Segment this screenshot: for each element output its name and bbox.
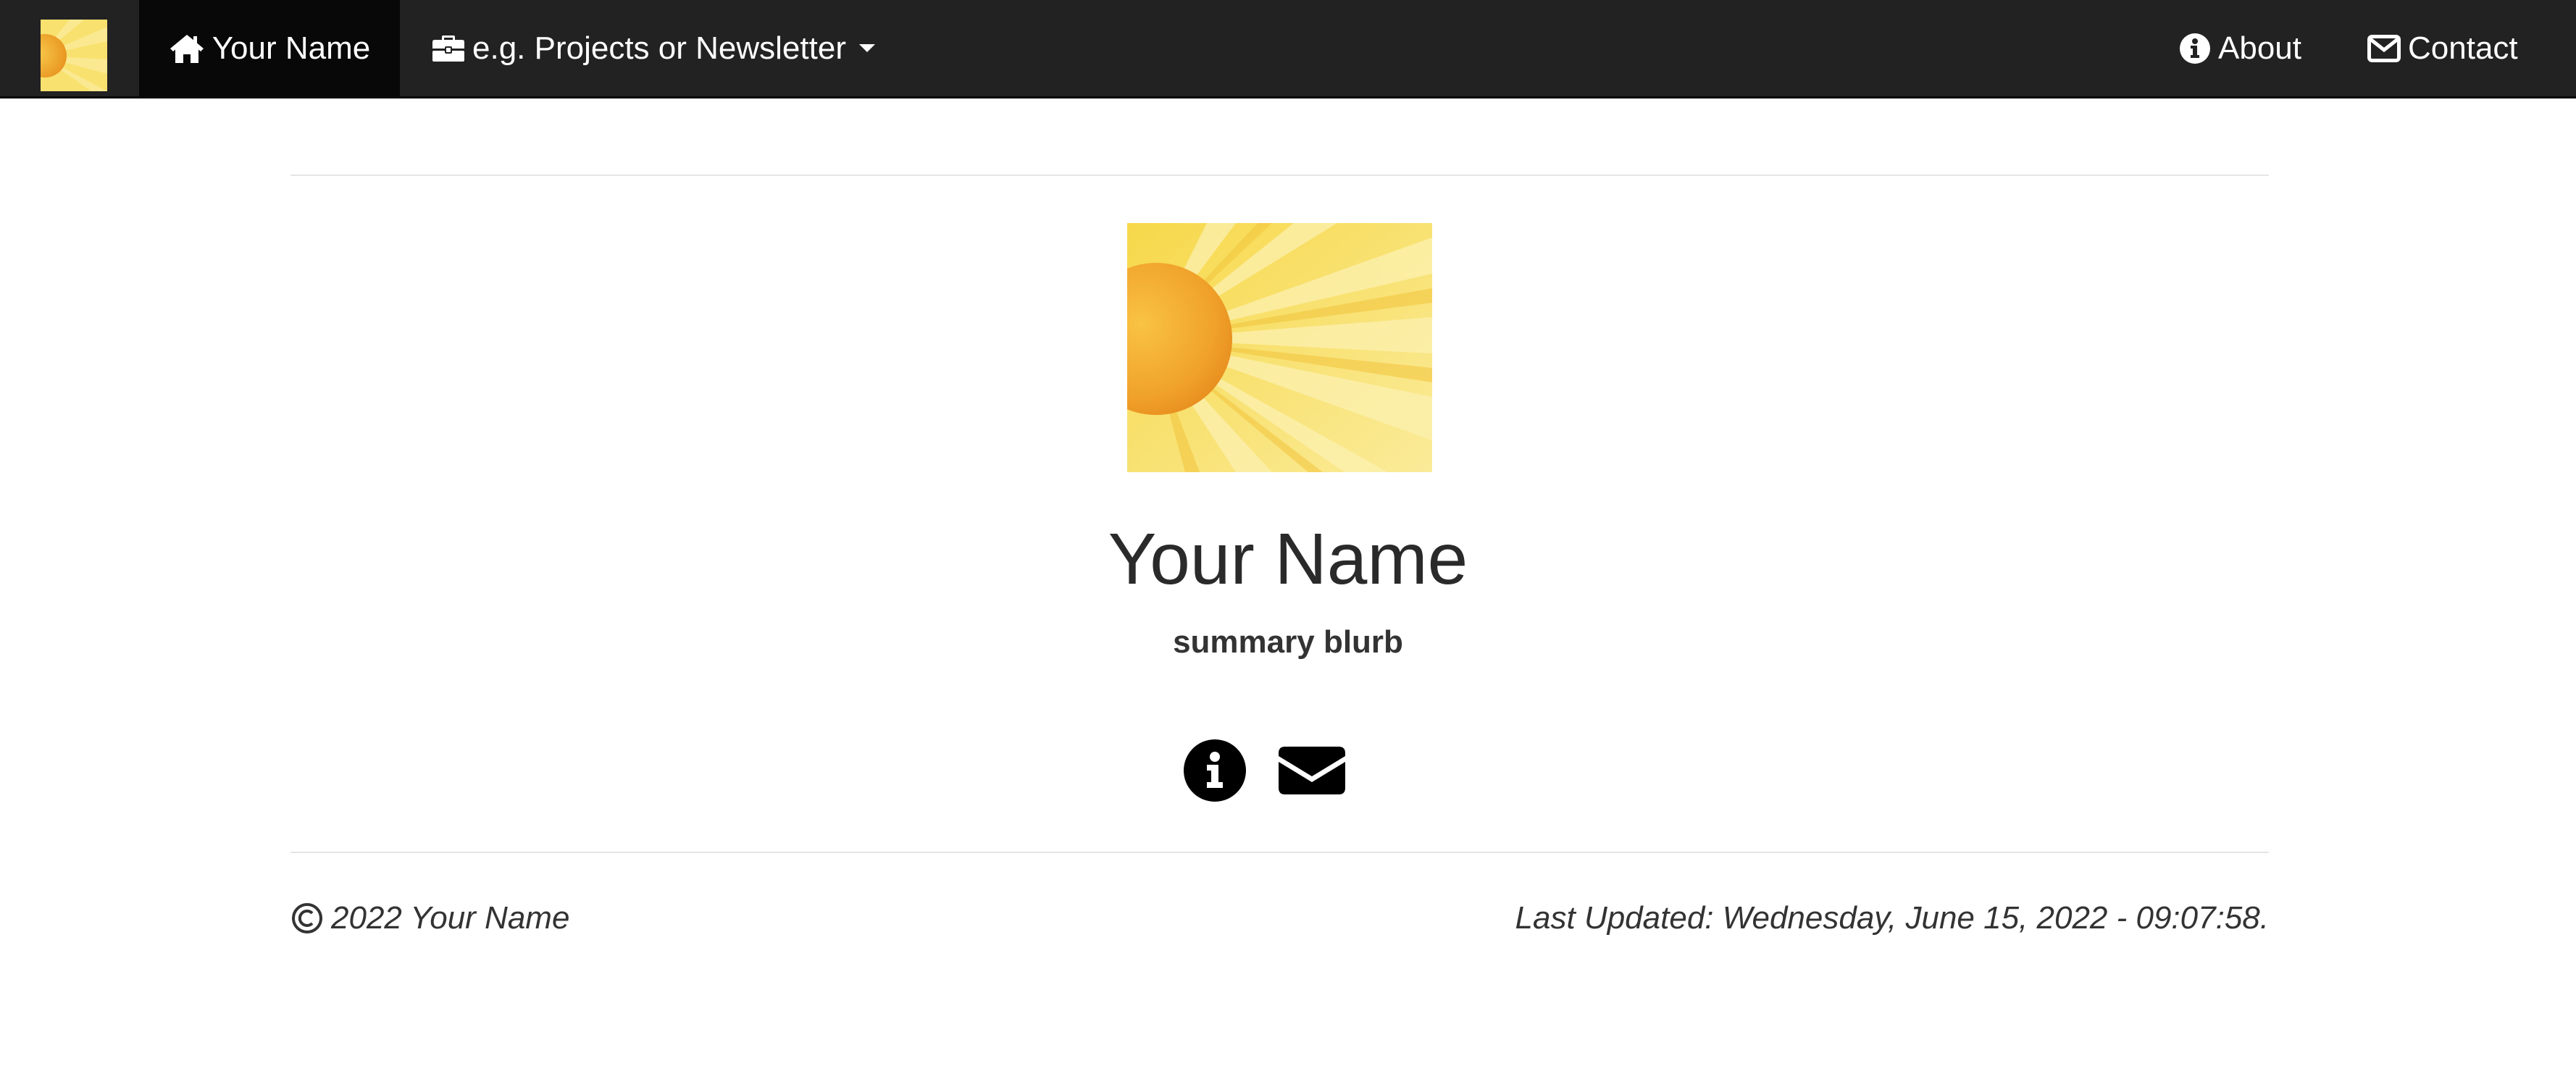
contact-link-button[interactable] bbox=[1278, 739, 1346, 802]
briefcase-icon bbox=[432, 35, 464, 62]
copyright-text: 2022 Your Name bbox=[331, 900, 570, 936]
home-icon bbox=[170, 34, 204, 63]
footer-copyright: 2022 Your Name bbox=[290, 900, 569, 936]
sunflower-logo-icon bbox=[41, 20, 107, 91]
profile-image bbox=[1127, 223, 1432, 472]
brand-logo[interactable] bbox=[41, 20, 107, 91]
envelope-icon bbox=[1279, 747, 1345, 794]
summary-blurb: summary blurb bbox=[1173, 624, 1403, 660]
nav-home-label: Your Name bbox=[212, 30, 371, 66]
page-title: Your Name bbox=[1108, 519, 1468, 600]
info-circle-icon bbox=[1184, 739, 1246, 802]
nav-home[interactable]: Your Name bbox=[139, 0, 400, 96]
top-navbar: Your Name e.g. Projects or Newsletter Ab… bbox=[0, 0, 2576, 98]
sunflower-image bbox=[1127, 223, 1432, 472]
top-divider bbox=[290, 175, 2269, 176]
bottom-divider bbox=[290, 852, 2269, 853]
nav-projects-label: e.g. Projects or Newsletter bbox=[472, 30, 846, 66]
envelope-icon bbox=[2367, 34, 2401, 62]
nav-contact-label: Contact bbox=[2408, 30, 2518, 66]
about-link-button[interactable] bbox=[1183, 739, 1247, 802]
caret-down-icon bbox=[858, 44, 875, 52]
nav-about-label: About bbox=[2218, 30, 2301, 66]
last-updated: Last Updated: Wednesday, June 15, 2022 -… bbox=[1515, 900, 2269, 936]
nav-about[interactable]: About bbox=[2179, 0, 2301, 96]
copyright-icon bbox=[292, 903, 322, 933]
nav-contact[interactable]: Contact bbox=[2367, 0, 2518, 96]
nav-projects-dropdown[interactable]: e.g. Projects or Newsletter bbox=[432, 0, 875, 96]
info-circle-icon bbox=[2180, 33, 2210, 64]
